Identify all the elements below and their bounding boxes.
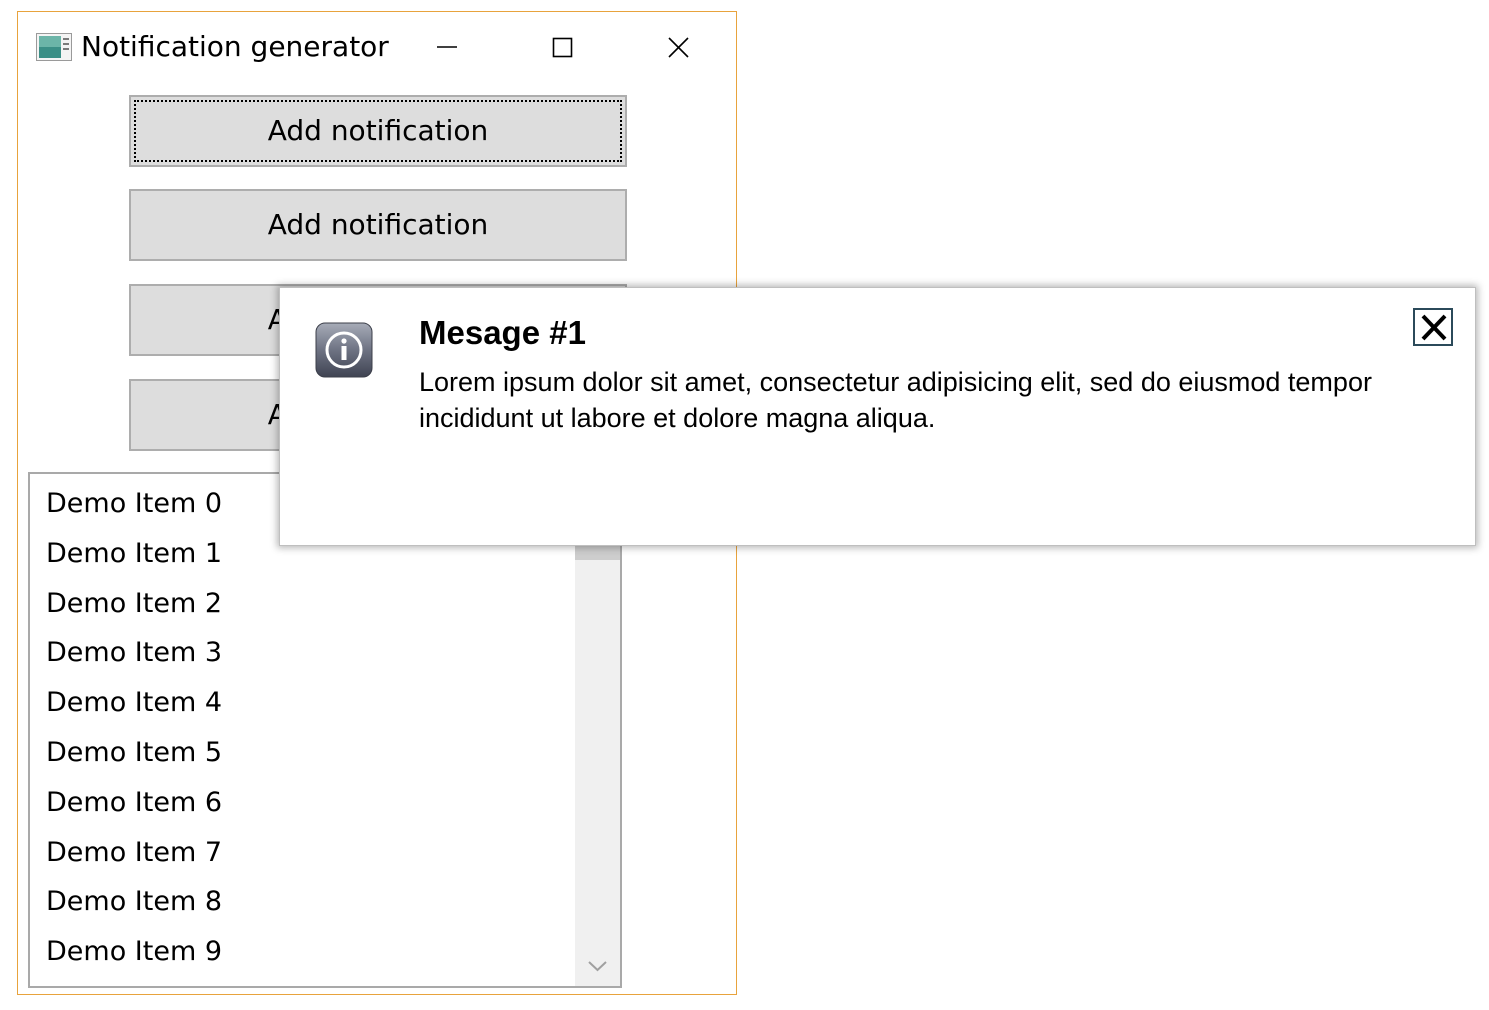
list-item[interactable]: Demo Item 6: [30, 773, 575, 823]
list-item[interactable]: Demo Item 4: [30, 673, 575, 723]
list-item[interactable]: Demo Item 3: [30, 623, 575, 673]
maximize-button[interactable]: [534, 26, 590, 66]
close-icon: [668, 37, 689, 58]
notification-close-button[interactable]: [1413, 308, 1453, 346]
list-items: Demo Item 0 Demo Item 1 Demo Item 2 Demo…: [30, 474, 575, 972]
notification-popup: Mesage #1 Lorem ipsum dolor sit amet, co…: [279, 287, 1476, 546]
list-item[interactable]: Demo Item 7: [30, 823, 575, 873]
add-notification-button[interactable]: Add notification: [129, 95, 627, 167]
notification-message: Lorem ipsum dolor sit amet, consectetur …: [419, 367, 1372, 433]
chevron-down-icon: [588, 961, 607, 972]
app-icon: [36, 33, 72, 61]
scroll-down-button[interactable]: [575, 946, 620, 986]
demo-item-list[interactable]: Demo Item 0 Demo Item 1 Demo Item 2 Demo…: [28, 472, 622, 988]
info-icon: [315, 322, 373, 380]
title-bar[interactable]: Notification generator: [18, 12, 736, 84]
list-item[interactable]: Demo Item 9: [30, 922, 575, 972]
list-item[interactable]: Demo Item 5: [30, 723, 575, 773]
minimize-button[interactable]: [419, 26, 475, 66]
close-button[interactable]: [650, 26, 706, 66]
window-title: Notification generator: [81, 30, 389, 63]
list-item[interactable]: Demo Item 8: [30, 872, 575, 922]
vertical-scrollbar[interactable]: [575, 474, 620, 986]
add-notification-button[interactable]: Add notification: [129, 189, 627, 261]
list-item[interactable]: Demo Item 2: [30, 574, 575, 624]
maximize-icon: [552, 37, 573, 58]
close-icon: [1421, 314, 1447, 341]
minimize-icon: [437, 46, 457, 48]
notification-title: Mesage #1: [419, 314, 586, 351]
